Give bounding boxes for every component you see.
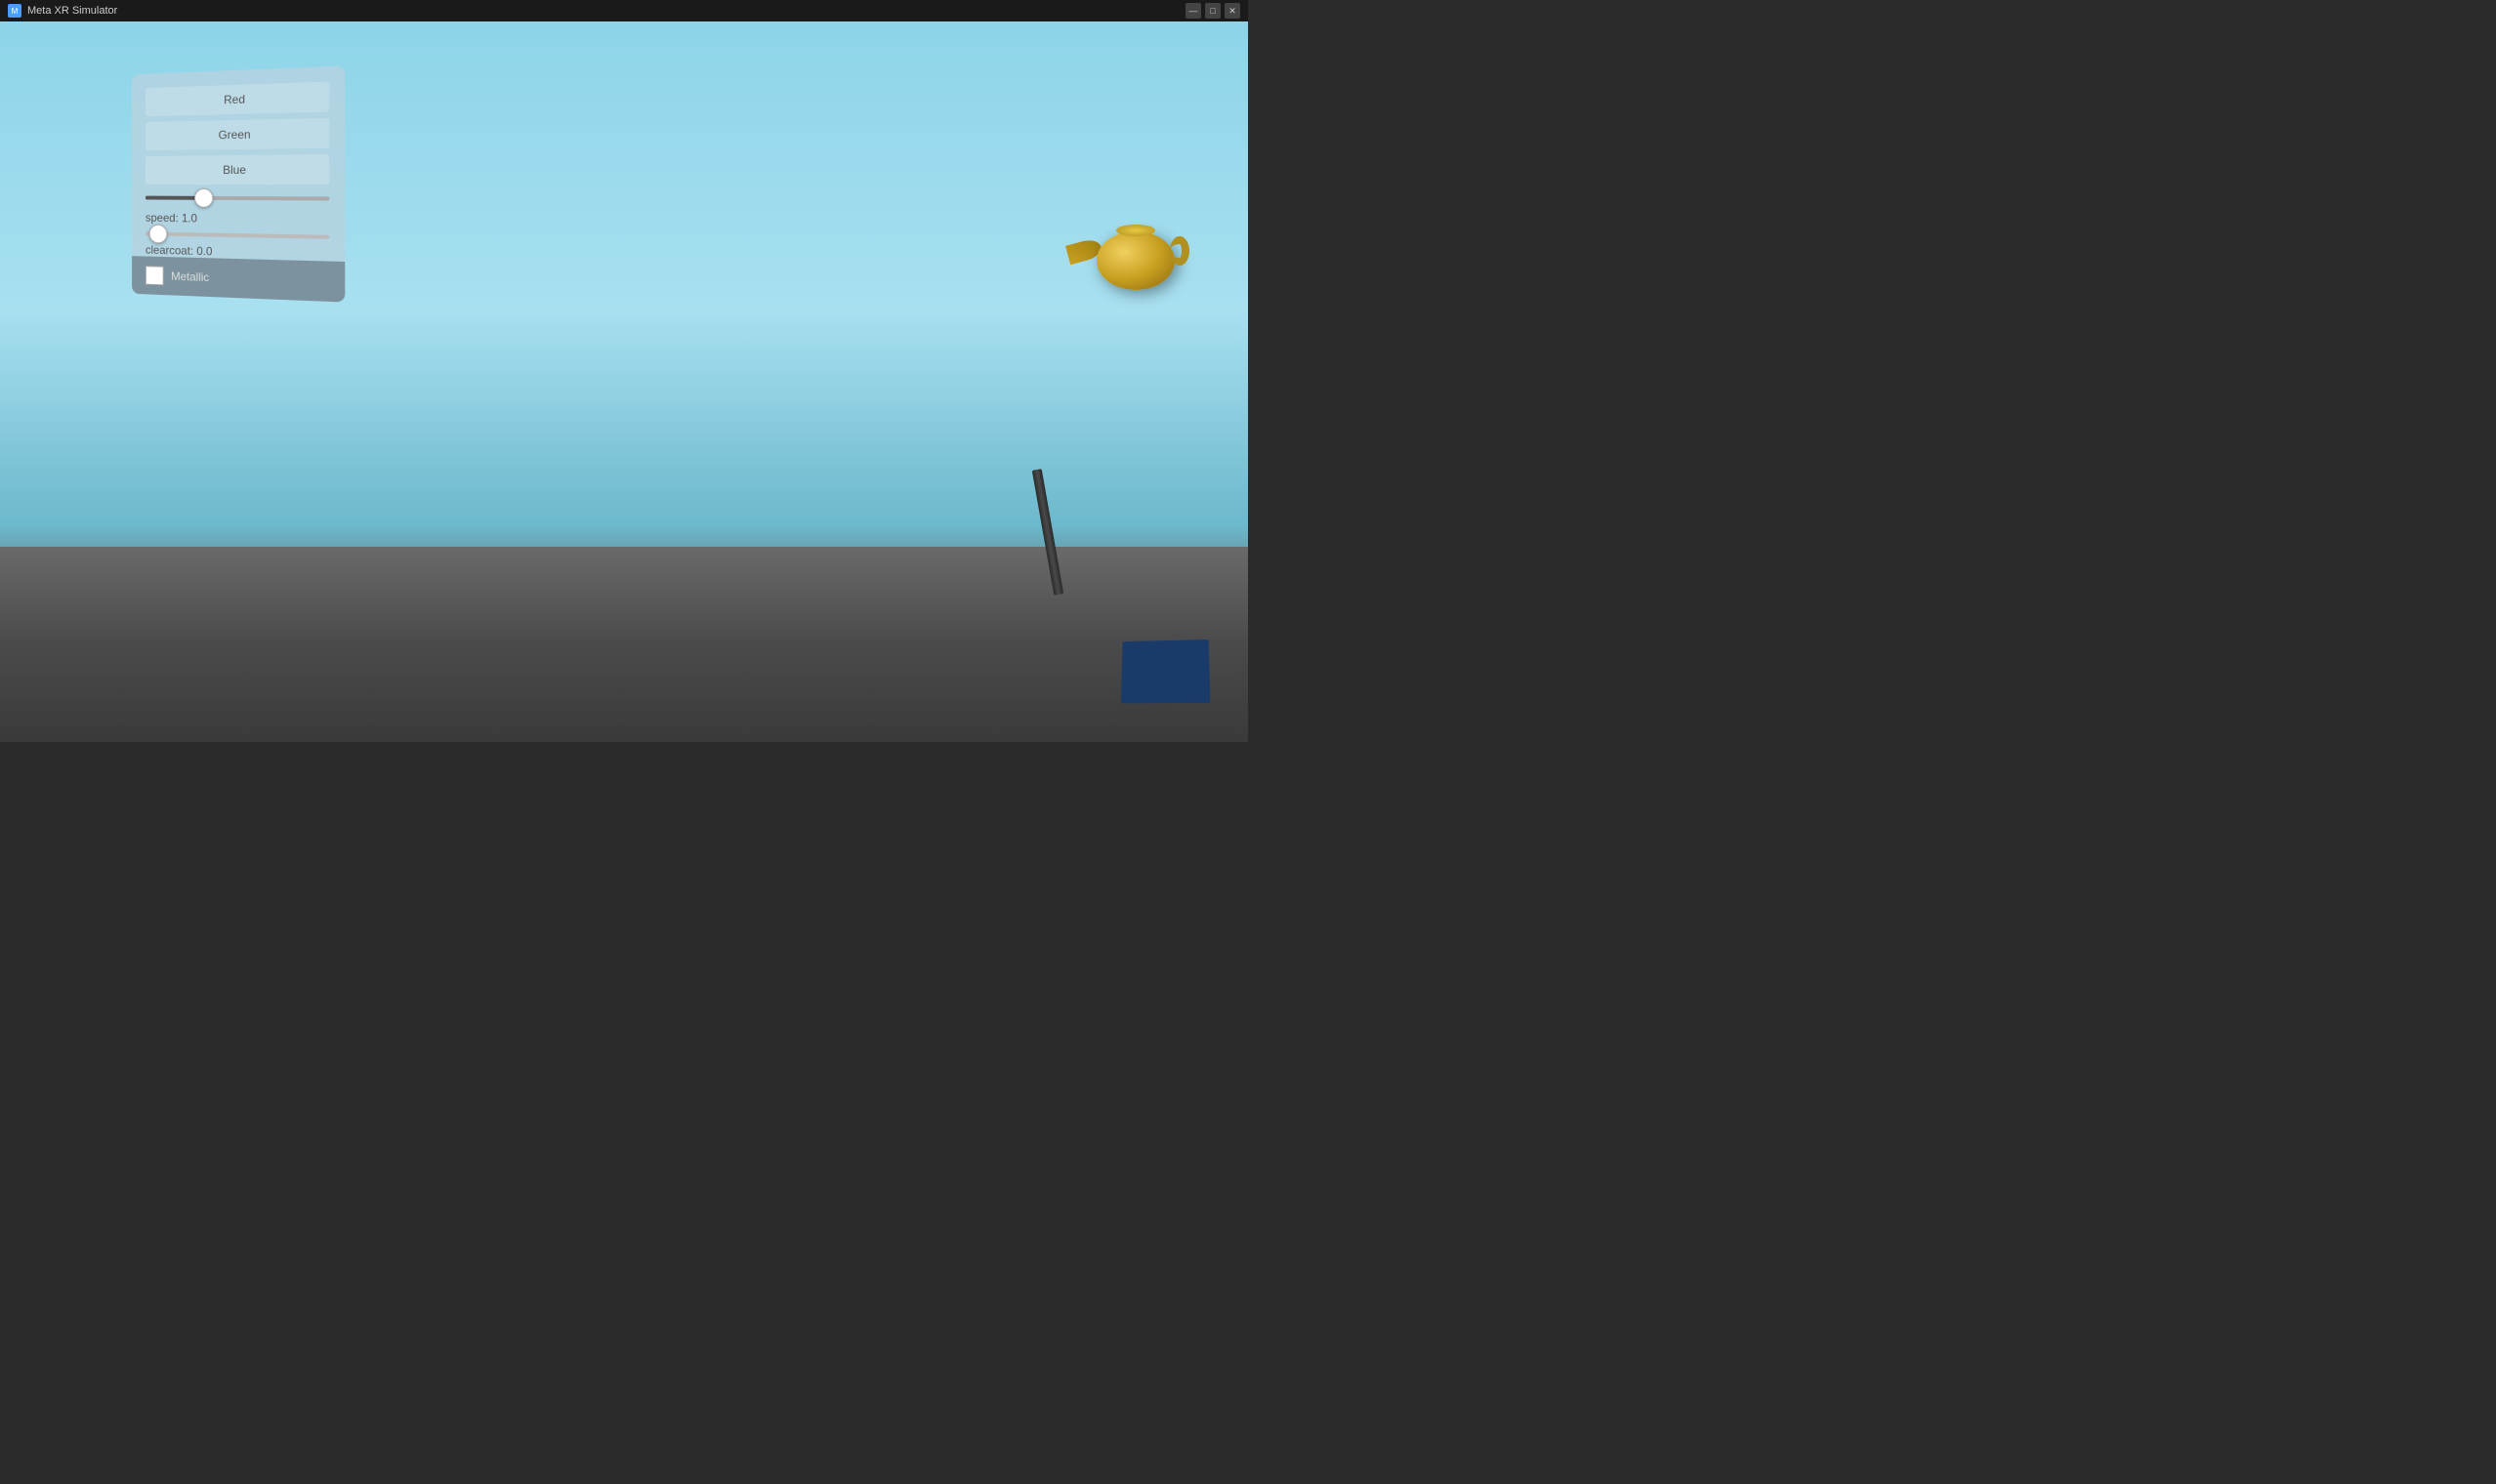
clearcoat-thumb[interactable] [148, 225, 167, 244]
viewport-surface [0, 547, 1248, 742]
app-icon: M [8, 4, 21, 18]
speed-slider[interactable] [146, 196, 329, 201]
window-controls: — □ ✕ [1186, 3, 1240, 19]
clearcoat-slider[interactable] [146, 231, 329, 238]
vr-row-green[interactable]: Green [146, 118, 329, 150]
vr-row-blue[interactable]: Blue [146, 154, 329, 185]
teapot-body [1097, 231, 1175, 290]
metallic-checkbox[interactable] [146, 266, 164, 285]
vr-row-red[interactable]: Red [146, 82, 329, 117]
blue-square-object [1121, 639, 1210, 703]
title-bar: M Meta XR Simulator — □ ✕ [0, 0, 1248, 21]
teapot-object [1082, 217, 1189, 305]
speed-label: speed: 1.0 [146, 211, 329, 227]
viewport[interactable]: Red Green Blue speed: 1.0 [0, 21, 1248, 742]
clearcoat-track [146, 231, 329, 238]
app-title: Meta XR Simulator [27, 5, 1186, 17]
teapot-handle [1170, 236, 1189, 266]
main-layout: ⬅ Exit Session ⚙ Settings ⌨ Inputs ◎ Mix… [0, 21, 1248, 742]
maximize-button[interactable]: □ [1205, 3, 1221, 19]
close-button[interactable]: ✕ [1225, 3, 1240, 19]
metallic-row: Metallic [146, 266, 329, 291]
vr-panel-bottom: Metallic [132, 256, 345, 302]
teapot-lid [1116, 225, 1155, 236]
vr-panel: Red Green Blue speed: 1.0 [132, 65, 345, 302]
speed-slider-thumb[interactable] [194, 188, 213, 208]
speed-slider-fill [146, 196, 198, 200]
speed-slider-track [146, 196, 329, 201]
metallic-label: Metallic [171, 269, 209, 284]
minimize-button[interactable]: — [1186, 3, 1201, 19]
